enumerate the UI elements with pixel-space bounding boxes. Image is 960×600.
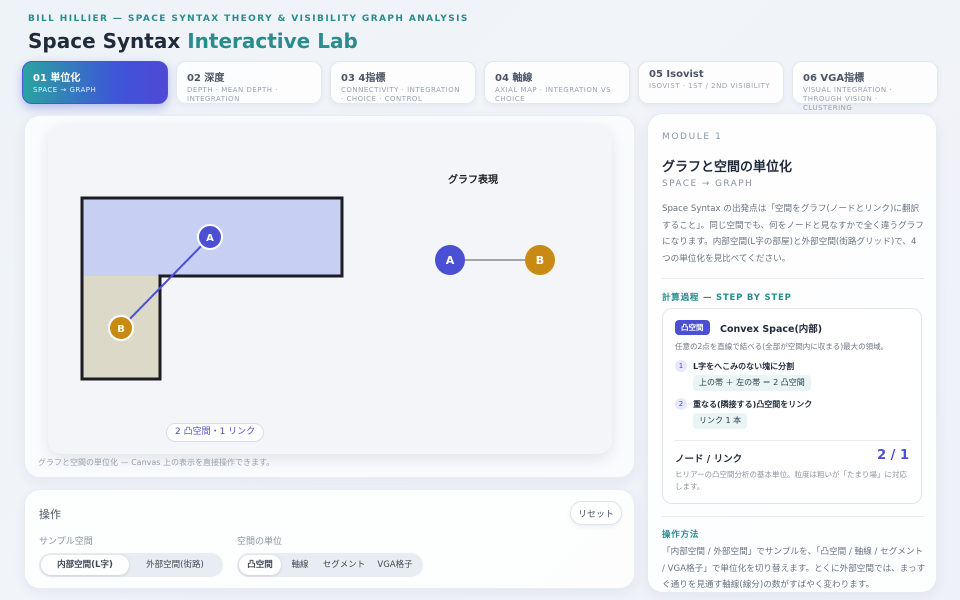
side-description: Space Syntax の出発点は「空間をグラフ(ノードとリンク)に翻訳するこ… xyxy=(662,204,924,264)
tab-label: 06 VGA指標 xyxy=(803,73,865,84)
step-1-result: 上の帯 ＋ 左の帯 ＝ 2 凸空間 xyxy=(693,375,811,391)
sample-space-toggle: 内部空間(L字) 外部空間(街路) xyxy=(39,553,223,577)
explanation-panel: MODULE 1 グラフと空間の単位化 SPACE → GRAPH Space … xyxy=(647,113,937,593)
tab-04-axial[interactable]: 04 軸線 AXIAL MAP · INTEGRATION VS CHOICE xyxy=(484,61,630,104)
tab-06-vga[interactable]: 06 VGA指標 VISUAL INTEGRATION · THROUGH VI… xyxy=(792,61,938,112)
tab-label: 04 軸線 xyxy=(495,73,533,84)
tab-02-depth[interactable]: 02 深度 DEPTH · MEAN DEPTH · INTEGRATION xyxy=(176,61,322,104)
unit-option-segment[interactable]: セグメント xyxy=(319,555,369,575)
title-accent: Interactive Lab xyxy=(187,29,358,53)
graph-title: グラフ表現 xyxy=(448,175,498,186)
sample-space-label: サンプル空間 xyxy=(39,537,93,547)
page-title: Space Syntax Interactive Lab xyxy=(28,29,358,53)
unit-option-convex[interactable]: 凸空間 xyxy=(239,555,281,575)
tab-label: 03 4指標 xyxy=(341,73,386,84)
unit-option-vga[interactable]: VGA格子 xyxy=(369,555,421,575)
unit-badge: 凸空間 xyxy=(675,320,710,335)
node-link-note: ヒリアーの凸空間分析の基本単位。粒度は粗いが「たまり場」に対応します。 xyxy=(675,470,907,491)
calc-description: 任意の2点を直線で結べる(全部が空間内に収まる)最大の領域。 xyxy=(675,342,889,351)
step-1-number: 1 xyxy=(675,360,687,372)
tab-sub: AXIAL MAP · INTEGRATION VS CHOICE xyxy=(495,86,612,103)
howto-heading: 操作方法 xyxy=(662,530,700,540)
divider xyxy=(662,278,924,279)
plan-node-a-label: A xyxy=(206,233,214,244)
controls-panel: 操作 リセット サンプル空間 内部空間(L字) 外部空間(街路) 空間の単位 凸… xyxy=(24,489,635,589)
tab-sub: ISOVIST · 1ST / 2ND VISIBILITY xyxy=(649,82,771,90)
side-title: グラフと空間の単位化 xyxy=(662,160,793,175)
space-graph-svg: A B A B xyxy=(80,196,555,381)
tab-sub: DEPTH · MEAN DEPTH · INTEGRATION xyxy=(187,86,278,103)
calc-card: 凸空間 Convex Space(内部) 任意の2点を直線で結べる(全部が空間内… xyxy=(662,308,922,504)
node-link-label: ノード / リンク xyxy=(675,454,743,465)
unit-option-axial[interactable]: 軸線 xyxy=(281,555,319,575)
sample-option-interior[interactable]: 内部空間(L字) xyxy=(41,555,129,575)
plan-node-b-label: B xyxy=(117,324,125,335)
tab-05-isovist[interactable]: 05 Isovist ISOVIST · 1ST / 2ND VISIBILIT… xyxy=(638,61,784,104)
divider xyxy=(662,516,924,517)
canvas-footnote: グラフと空間の単位化 — Canvas 上の表示を直接操作できます。 xyxy=(38,458,275,467)
tab-label: 01 単位化 xyxy=(33,73,81,84)
tab-label: 05 Isovist xyxy=(649,69,704,80)
tab-03-four-measures[interactable]: 03 4指標 CONNECTIVITY · INTEGRATION · CHOI… xyxy=(330,61,476,104)
canvas-panel: A B A B xyxy=(24,115,635,478)
count-pill: 2 凸空間・1 リンク xyxy=(166,423,265,442)
unit-label: 空間の単位 xyxy=(237,537,283,547)
tab-sub: CONNECTIVITY · INTEGRATION · CHOICE · CO… xyxy=(341,86,460,103)
tab-01-unitization[interactable]: 01 単位化 SPACE → GRAPH xyxy=(22,61,168,104)
unit-toggle: 凸空間 軸線 セグメント VGA格子 xyxy=(237,553,423,577)
steps-heading: 計算過程 — STEP BY STEP xyxy=(662,293,792,303)
side-subtitle: SPACE → GRAPH xyxy=(662,179,754,189)
step-2-text: 重なる(隣接する)凸空間をリンク xyxy=(693,400,813,409)
tab-sub: SPACE → GRAPH xyxy=(33,86,97,94)
graph-node-b-label: B xyxy=(536,254,544,267)
divider xyxy=(675,440,911,441)
tab-sub: VISUAL INTEGRATION · THROUGH VISION · CL… xyxy=(803,86,893,112)
howto-text: 「内部空間 / 外部空間」でサンプルを、「凸空間 / 軸線 / セグメント / … xyxy=(662,547,926,590)
step-2-result: リンク 1 本 xyxy=(693,413,748,429)
module-tabs: 01 単位化 SPACE → GRAPH 02 深度 DEPTH · MEAN … xyxy=(22,61,938,112)
kicker: BILL HILLIER — SPACE SYNTAX THEORY & VIS… xyxy=(28,14,469,24)
controls-title: 操作 xyxy=(39,508,61,521)
calc-title: Convex Space(内部) xyxy=(720,324,823,335)
step-1-text: L字をへこみのない塊に分割 xyxy=(693,362,795,371)
space-canvas[interactable]: A B A B xyxy=(48,124,612,454)
module-tag: MODULE 1 xyxy=(662,132,723,142)
sample-option-exterior[interactable]: 外部空間(街路) xyxy=(129,555,221,575)
title-main: Space Syntax xyxy=(28,29,188,53)
graph-node-a-label: A xyxy=(446,254,455,267)
reset-button[interactable]: リセット xyxy=(570,501,622,525)
tab-label: 02 深度 xyxy=(187,73,225,84)
step-2-number: 2 xyxy=(675,398,687,410)
node-link-value: 2 / 1 xyxy=(877,448,909,463)
